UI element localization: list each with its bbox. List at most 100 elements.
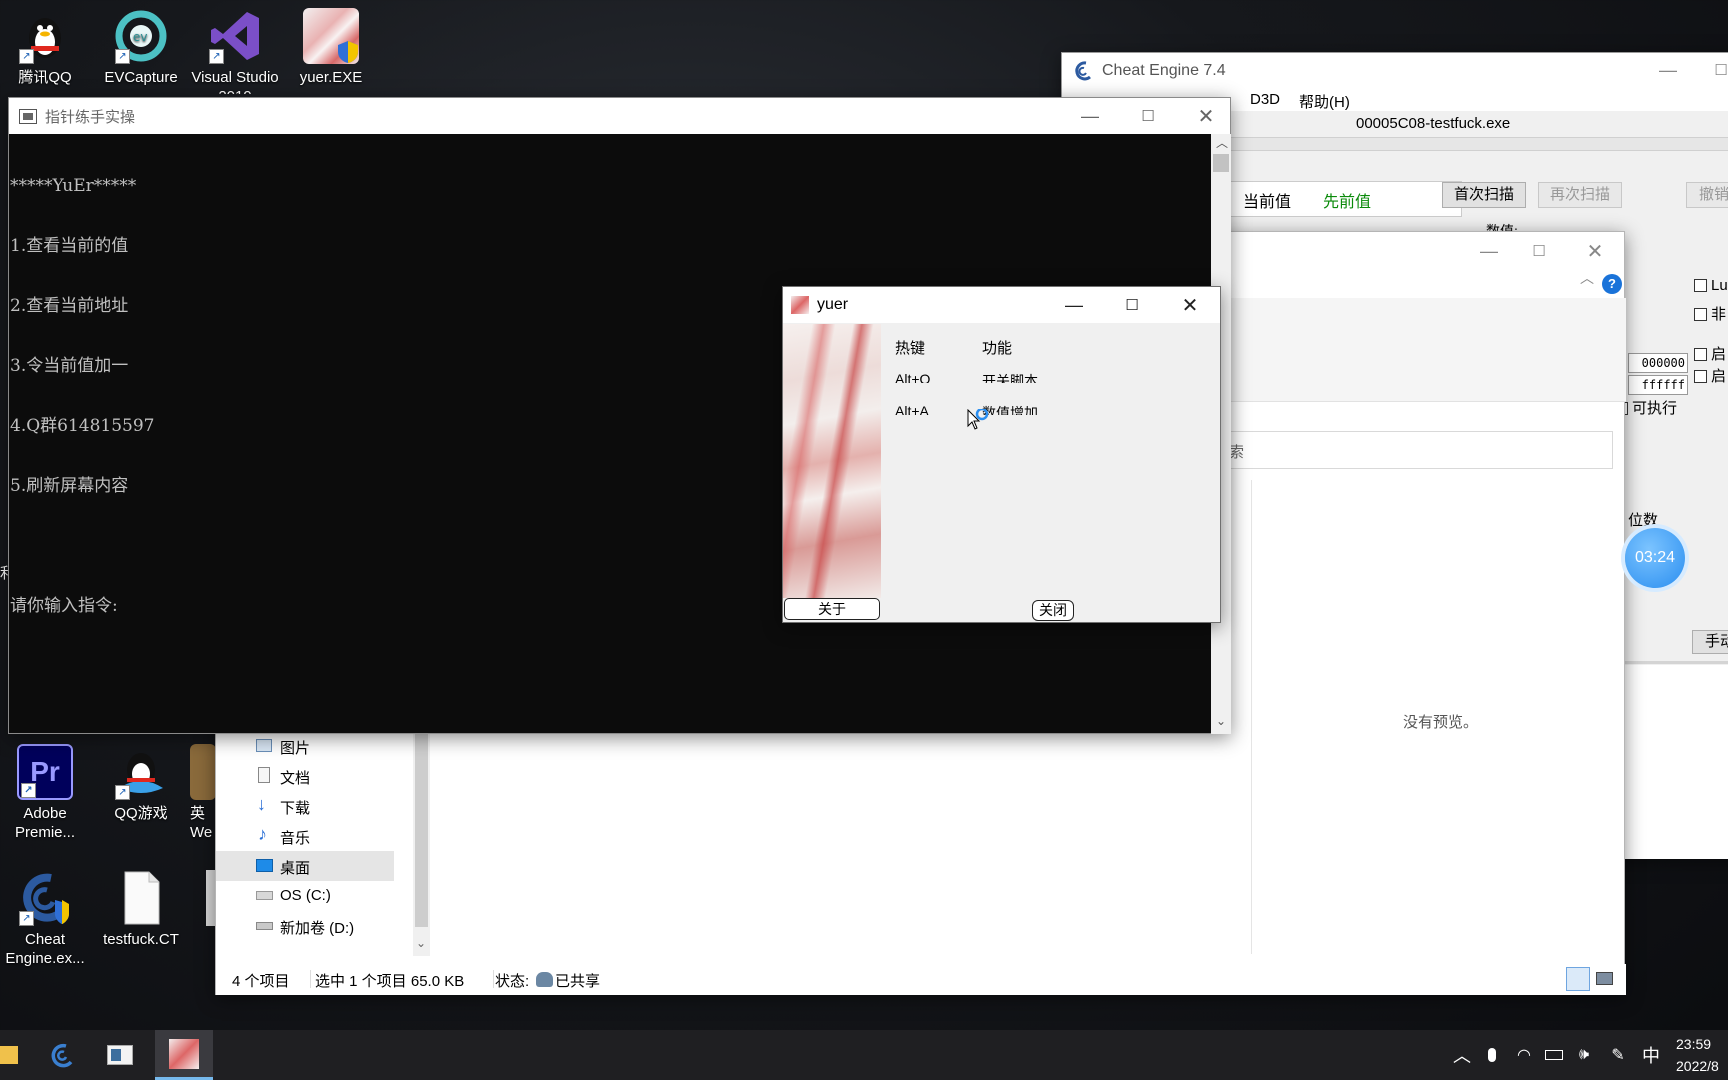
desktop-icon-visual-studio[interactable]: ↗ Visual Studio 2019 bbox=[190, 8, 280, 94]
maximize-icon[interactable]: ☐ bbox=[1103, 288, 1161, 322]
clock[interactable]: 23:59 2022/8 bbox=[1676, 1033, 1728, 1077]
close-button[interactable]: 关闭 bbox=[1032, 600, 1074, 621]
menu-help[interactable]: 帮助(H) bbox=[1299, 91, 1350, 112]
documents-icon bbox=[258, 767, 270, 783]
yuer-app-icon bbox=[169, 1038, 199, 1069]
cheat-engine-icon bbox=[51, 1043, 73, 1068]
undo-scan-button[interactable]: 撤销扫 bbox=[1686, 182, 1728, 208]
nav-pane[interactable]: 图片 文档 ↓ 下载 ♪ 音乐 桌面 OS (C:) 新加卷 (D:) bbox=[216, 731, 394, 964]
nav-item-drive-c[interactable]: OS (C:) bbox=[216, 881, 394, 911]
maximize-icon[interactable]: ☐ bbox=[1692, 53, 1728, 87]
pen-icon[interactable]: ✎ bbox=[1606, 1030, 1630, 1080]
desktop-icon-label: Adobe Premie... bbox=[14, 805, 75, 841]
yuer-titlebar[interactable]: yuer — ☐ ✕ bbox=[783, 287, 1220, 323]
desktop-icon-cheat-engine[interactable]: ↗ Cheat Engine.ex... bbox=[0, 870, 90, 968]
next-scan-button[interactable]: 再次扫描 bbox=[1538, 182, 1622, 208]
console-titlebar[interactable]: 指针练手实操 — ☐ ✕ bbox=[9, 98, 1230, 134]
qq-penguin-icon: ↗ bbox=[17, 8, 73, 64]
minimize-icon[interactable]: — bbox=[1639, 53, 1697, 87]
desktop-icon-testfuck-ct[interactable]: testfuck.CT bbox=[96, 870, 186, 949]
col-previous-value[interactable]: 先前值 bbox=[1323, 188, 1371, 212]
maximize-icon[interactable]: ☐ bbox=[1119, 99, 1177, 133]
console-line: 1.查看当前的值 bbox=[10, 236, 129, 256]
help-icon[interactable]: ? bbox=[1602, 274, 1622, 294]
col-function-header: 功能 bbox=[982, 340, 1013, 357]
scroll-down-icon[interactable]: ⌄ bbox=[1216, 714, 1226, 728]
results-header: 当前值 先前值 bbox=[1222, 181, 1462, 217]
close-icon[interactable]: ✕ bbox=[1177, 99, 1235, 133]
tray-chevron-up-icon[interactable]: ︿ bbox=[1452, 1030, 1472, 1080]
drive-d-icon bbox=[256, 922, 273, 930]
microphone-icon[interactable] bbox=[1482, 1030, 1502, 1080]
menu-d3d[interactable]: D3D bbox=[1250, 91, 1280, 108]
yuer-window[interactable]: yuer — ☐ ✕ 热键 功能 Alt+Q 开关脚本 Alt+A 数值增加 关… bbox=[782, 286, 1221, 623]
first-scan-button[interactable]: 首次扫描 bbox=[1442, 182, 1526, 208]
nav-item-documents[interactable]: 文档 bbox=[216, 761, 394, 791]
shared-users-icon bbox=[536, 972, 553, 987]
yuer-title: yuer bbox=[817, 296, 849, 313]
ime-indicator[interactable]: 中 bbox=[1638, 1030, 1664, 1080]
col-hotkey-header: 热键 bbox=[895, 340, 926, 357]
svg-text:ev: ev bbox=[133, 30, 147, 44]
large-icons-view-icon[interactable] bbox=[1596, 972, 1613, 985]
desktop-icon-evcapture[interactable]: ev ↗ EVCapture bbox=[96, 8, 186, 87]
nav-item-downloads[interactable]: ↓ 下载 bbox=[216, 791, 394, 821]
nav-item-pictures[interactable]: 图片 bbox=[216, 731, 394, 761]
status-bar: 4 个项目 选中 1 个项目 65.0 KB 状态: 已共享 bbox=[216, 964, 1626, 995]
volume-icon[interactable]: 🕪 bbox=[1572, 1030, 1596, 1080]
desktop-icon-partial[interactable]: 英 We bbox=[190, 744, 216, 842]
close-icon[interactable]: ✕ bbox=[1161, 288, 1219, 322]
cheat-engine-title: Cheat Engine 7.4 bbox=[1102, 62, 1226, 79]
minimize-icon[interactable]: — bbox=[1045, 288, 1103, 322]
taskbar-yuer[interactable] bbox=[155, 1030, 213, 1080]
downloads-icon: ↓ bbox=[257, 794, 266, 814]
lua-formula-checkbox[interactable]: Lu bbox=[1694, 277, 1728, 294]
digits-label: 位数 bbox=[1628, 512, 1659, 529]
qq-games-icon: ↗ bbox=[113, 744, 169, 800]
taskbar-cheat-engine[interactable] bbox=[36, 1030, 88, 1080]
nav-item-music[interactable]: ♪ 音乐 bbox=[216, 821, 394, 851]
desktop-icon-qq-games[interactable]: ↗ QQ游戏 bbox=[96, 744, 186, 823]
minimize-icon[interactable]: — bbox=[1061, 99, 1119, 133]
nav-item-drive-d[interactable]: 新加卷 (D:) bbox=[216, 911, 394, 941]
desktop-icon-yuer[interactable]: yuer.EXE bbox=[286, 8, 376, 87]
recording-timer[interactable]: 03:24 bbox=[1625, 528, 1685, 588]
taskbar: ︿ ◠ 🕪 ✎ 中 23:59 2022/8 bbox=[0, 1030, 1728, 1080]
desktop-icon bbox=[256, 859, 273, 872]
hotkey-row: Alt+Q 开关脚本 bbox=[895, 371, 1155, 383]
executable-checkbox[interactable]: 可执行 bbox=[1622, 397, 1677, 418]
yuer-exe-icon bbox=[303, 8, 359, 64]
battery-icon[interactable] bbox=[1542, 1030, 1566, 1080]
details-view-icon[interactable] bbox=[1566, 967, 1590, 991]
chevron-up-icon[interactable]: ︿ bbox=[1580, 268, 1594, 288]
about-button[interactable]: 关于 bbox=[784, 598, 880, 620]
start-checkbox-2[interactable]: 启 bbox=[1694, 365, 1726, 386]
start-address-input[interactable]: 000000 bbox=[1628, 353, 1688, 373]
desktop-icon-premiere[interactable]: Pr ↗ Adobe Premie... bbox=[0, 744, 90, 842]
manual-add-button[interactable]: 手动 bbox=[1692, 630, 1728, 654]
col-current-value[interactable]: 当前值 bbox=[1243, 188, 1291, 212]
close-icon[interactable]: ✕ bbox=[1566, 234, 1624, 268]
pictures-icon bbox=[256, 739, 272, 752]
wifi-icon[interactable]: ◠ bbox=[1512, 1030, 1536, 1080]
stop-address-input[interactable]: ffffff bbox=[1628, 375, 1688, 395]
scroll-up-icon[interactable]: ︿ bbox=[1216, 134, 1228, 151]
nav-pane-scrollbar[interactable]: ⌄ bbox=[413, 731, 430, 956]
nav-item-desktop[interactable]: 桌面 bbox=[216, 851, 394, 881]
desktop-icon-qq[interactable]: ↗ 腾讯QQ bbox=[0, 8, 90, 87]
taskbar-file-explorer[interactable] bbox=[0, 1030, 22, 1080]
taskbar-console[interactable] bbox=[94, 1030, 146, 1080]
chevron-down-icon[interactable]: ⌄ bbox=[416, 936, 426, 950]
clock-date: 2022/8 bbox=[1676, 1058, 1719, 1074]
not-checkbox[interactable]: 非 bbox=[1694, 303, 1726, 324]
maximize-icon[interactable]: ☐ bbox=[1510, 234, 1568, 268]
scroll-thumb[interactable] bbox=[1213, 154, 1229, 172]
file-icon bbox=[113, 870, 169, 926]
search-hint: 索 bbox=[1229, 444, 1245, 461]
start-checkbox-1[interactable]: 启 bbox=[1694, 343, 1726, 364]
status-state: 状态: bbox=[495, 973, 530, 990]
desktop-icon-label: testfuck.CT bbox=[103, 931, 179, 948]
hotkey-row: Alt+A 数值增加 bbox=[895, 403, 1155, 415]
desktop-icon-label: yuer.EXE bbox=[299, 69, 363, 86]
cheat-engine-titlebar[interactable]: Cheat Engine 7.4 — ☐ bbox=[1062, 53, 1728, 89]
